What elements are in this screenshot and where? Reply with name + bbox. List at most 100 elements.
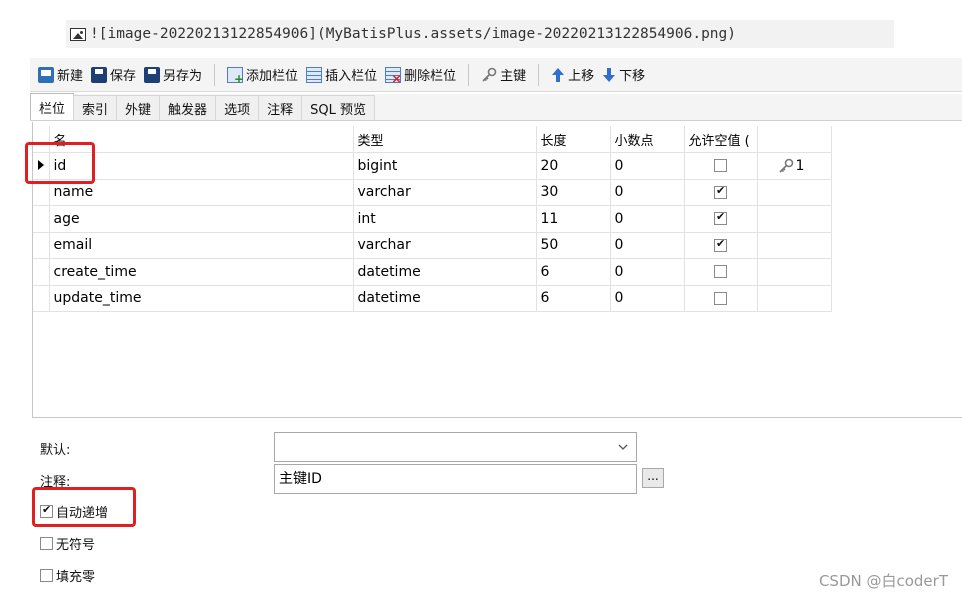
cell-nullable[interactable] [684,152,758,180]
cell-type[interactable]: int [353,205,537,233]
cell-name[interactable]: update_time [49,285,354,312]
cell-key [757,179,832,206]
tab-indexes[interactable]: 索引 [73,95,118,120]
column-header-name[interactable]: 名 [49,126,354,153]
zerofill-checkbox[interactable]: 填充零 [40,566,95,585]
row-indicator-header [33,126,50,153]
auto-increment-check[interactable] [40,503,53,518]
column-header-decimals[interactable]: 小数点 [610,126,685,153]
tab-sql-preview[interactable]: SQL 预览 [301,95,375,120]
cell-key [757,232,832,259]
cell-nullable[interactable] [684,205,758,233]
unsigned-check[interactable] [40,537,53,550]
cell-decimals[interactable]: 0 [610,152,685,180]
tab-fields[interactable]: 栏位 [30,93,75,120]
tab-bar: 栏位 索引 外键 触发器 选项 注释 SQL 预览 [30,93,962,121]
column-header-nullable[interactable]: 允许空值 ( [684,126,758,153]
insert-column-button[interactable]: 插入栏位 [302,63,381,87]
row-indicator [33,179,50,206]
move-down-button[interactable]: 下移 [598,63,649,87]
cell-type[interactable]: varchar [353,232,537,259]
cell-name[interactable]: name [49,179,354,206]
table-row[interactable]: create_time datetime 6 0 [33,258,832,286]
cell-decimals[interactable]: 0 [610,232,685,259]
column-header-key [757,126,832,153]
cell-length[interactable]: 6 [536,258,611,286]
cell-type[interactable]: datetime [353,285,537,312]
move-up-button[interactable]: 上移 [547,63,598,87]
tab-options[interactable]: 选项 [215,95,260,120]
cell-type[interactable]: bigint [353,152,537,180]
delete-column-button[interactable]: 删除栏位 [381,63,460,87]
cell-name[interactable]: age [49,205,354,233]
zerofill-check[interactable] [40,569,53,582]
zerofill-label: 填充零 [56,570,96,585]
table-row[interactable]: update_time datetime 6 0 [33,285,832,312]
row-indicator [33,285,50,312]
cell-nullable[interactable] [684,258,758,286]
nullable-checkbox[interactable] [714,291,727,305]
table-row[interactable]: name varchar 30 0 [33,179,832,206]
primary-key-button[interactable]: 主键 [477,63,530,87]
column-header-length[interactable]: 长度 [536,126,611,153]
new-button[interactable]: 新建 [34,63,87,87]
nullable-checkbox[interactable] [714,184,727,199]
toolbar-separator [214,63,216,86]
row-indicator [33,258,50,286]
table-row[interactable]: age int 11 0 [33,205,832,233]
row-indicator [33,205,50,233]
cell-length[interactable]: 50 [536,232,611,259]
cell-nullable[interactable] [684,179,758,206]
tab-triggers[interactable]: 触发器 [159,95,217,120]
unsigned-checkbox[interactable]: 无符号 [40,534,95,553]
cell-nullable[interactable] [684,285,758,312]
cell-decimals[interactable]: 0 [610,205,685,233]
current-row-indicator-icon [37,159,44,170]
add-column-button[interactable]: 添加栏位 [223,63,302,87]
cell-key: 1 [757,152,832,180]
cell-name[interactable]: create_time [49,258,354,286]
cell-nullable[interactable] [684,232,758,259]
cell-decimals[interactable]: 0 [610,179,685,206]
save-as-icon [144,66,161,83]
cell-decimals[interactable]: 0 [610,258,685,286]
cell-type[interactable]: varchar [353,179,537,206]
cell-length[interactable]: 30 [536,179,611,206]
nullable-checkbox[interactable] [714,159,727,173]
tab-foreign-keys[interactable]: 外键 [116,95,161,120]
table-row[interactable]: email varchar 50 0 [33,232,832,259]
toolbar: 新建 保存 另存为 添加栏位 插入栏位 删除栏位 主键 上移 下移 [30,58,962,92]
toolbar-separator [468,63,470,86]
unsigned-label: 无符号 [56,538,96,553]
fields-table: 名 类型 长度 小数点 允许空值 ( id bigint 20 0 1 name varch… [33,126,832,312]
tab-comment[interactable]: 注释 [258,95,303,120]
nullable-checkbox[interactable] [714,237,727,252]
default-value-select[interactable] [274,432,637,462]
cell-name[interactable]: email [49,232,354,259]
add-column-icon [227,66,244,86]
key-icon [482,67,497,82]
table-designer-window: 新建 保存 另存为 添加栏位 插入栏位 删除栏位 主键 上移 下移 栏位 索引 … [30,58,962,598]
cell-length[interactable]: 11 [536,205,611,233]
save-button[interactable]: 保存 [87,63,140,87]
cell-length[interactable]: 6 [536,285,611,312]
column-header-type[interactable]: 类型 [353,126,537,153]
cell-decimals[interactable]: 0 [610,285,685,312]
auto-increment-checkbox[interactable]: 自动递增 [40,502,108,521]
comment-input[interactable]: 主键ID [274,464,637,494]
row-indicator [33,152,50,180]
cell-name[interactable]: id [49,152,354,180]
arrow-down-icon [603,67,616,82]
table-row[interactable]: id bigint 20 0 1 [33,152,832,180]
insert-column-icon [306,66,323,83]
cell-type[interactable]: datetime [353,258,537,286]
default-label: 默认: [40,443,71,458]
comment-more-button[interactable]: ... [642,468,664,488]
nullable-checkbox[interactable] [714,210,727,226]
primary-key-order: 1 [795,157,805,174]
save-as-button[interactable]: 另存为 [140,63,206,87]
nullable-checkbox[interactable] [714,265,727,279]
row-indicator [33,232,50,259]
fields-grid: 名 类型 长度 小数点 允许空值 ( id bigint 20 0 1 name varch… [32,122,962,418]
cell-length[interactable]: 20 [536,152,611,180]
